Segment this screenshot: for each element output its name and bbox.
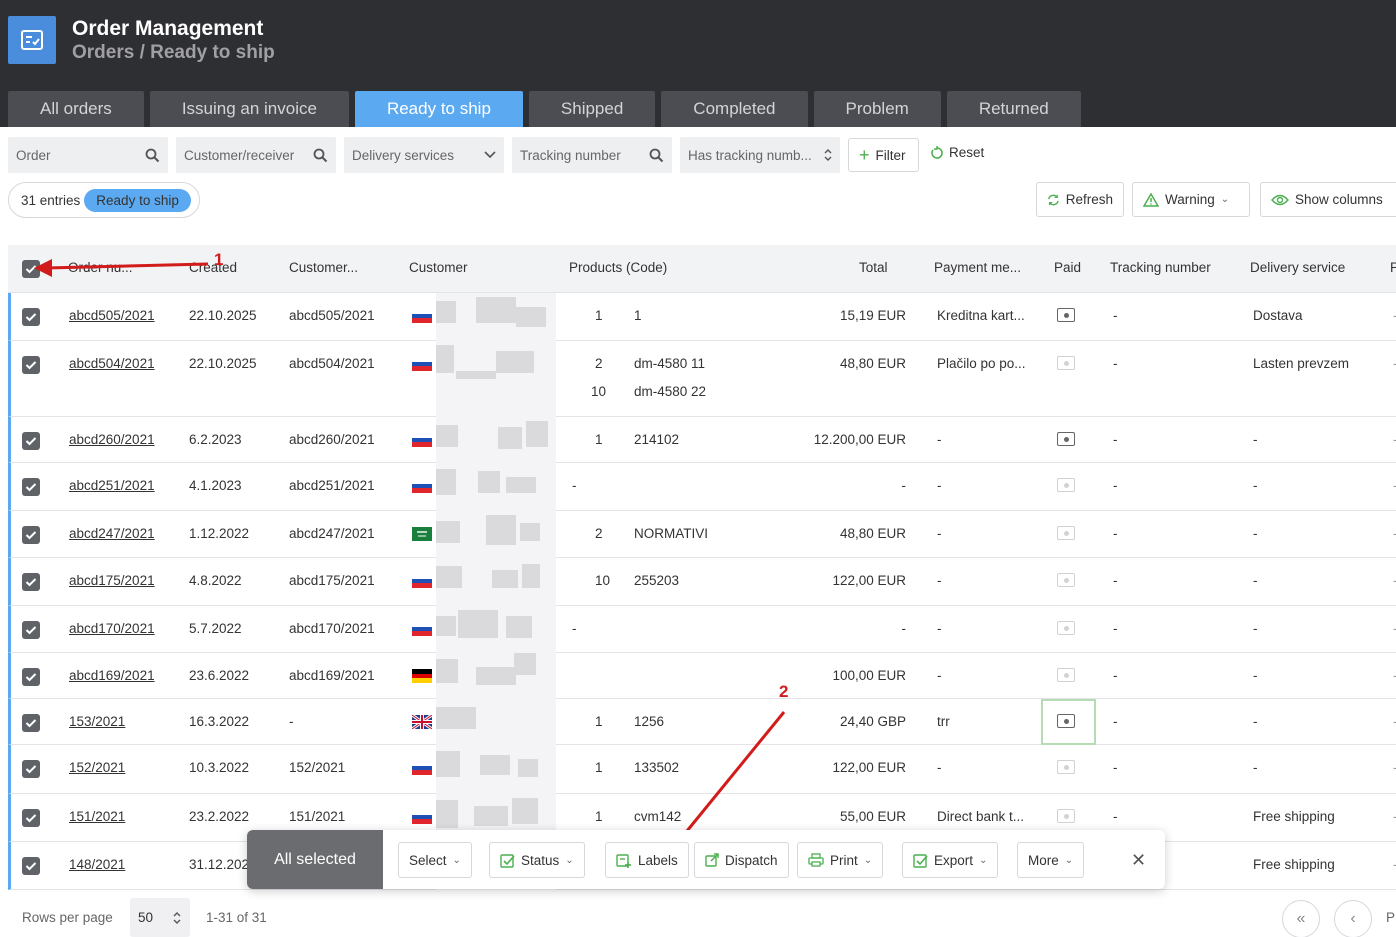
all-selected-label: All selected: [247, 830, 383, 889]
first-page-button[interactable]: «: [1282, 900, 1320, 937]
rows-per-page-label: Rows per page: [22, 910, 113, 925]
chevron-down-icon: ⌄: [863, 854, 873, 866]
more-menu-label: More: [1028, 852, 1059, 868]
pagination-cutoff: P: [1386, 910, 1396, 925]
dispatch-button[interactable]: Dispatch: [694, 842, 789, 878]
export-menu-label: Export: [934, 852, 974, 868]
chevron-down-icon: ⌄: [565, 854, 574, 866]
status-menu-label: Status: [521, 852, 560, 868]
print-menu-button[interactable]: Print ⌄: [797, 842, 884, 878]
label-add-icon: [616, 853, 631, 868]
annotation-marker-2: 2: [779, 682, 789, 701]
export-menu-button[interactable]: Export ⌄: [902, 842, 999, 878]
check-square-icon: [500, 853, 515, 868]
rows-per-page-value: 50: [138, 910, 154, 925]
export-icon: [913, 853, 928, 868]
printer-icon: [808, 853, 824, 867]
annotation-marker-1: 1: [214, 250, 224, 269]
annotation-arrows: [34, 259, 786, 852]
close-icon[interactable]: ✕: [1131, 850, 1146, 871]
print-menu-label: Print: [830, 852, 858, 868]
pagination-range: 1-31 of 31: [206, 910, 267, 925]
labels-button-label: Labels: [638, 852, 678, 868]
sort-arrows-icon: [173, 911, 181, 924]
rows-per-page-select[interactable]: 50: [130, 898, 190, 937]
select-menu-label: Select: [409, 852, 447, 868]
labels-button[interactable]: Labels: [605, 842, 689, 878]
previous-page-button[interactable]: ‹: [1334, 900, 1372, 937]
more-menu-button[interactable]: More ⌄: [1017, 842, 1085, 878]
dispatch-button-label: Dispatch: [725, 852, 778, 868]
bulk-action-bar: All selected Select ⌄ Status ⌄ Labels Di…: [247, 830, 1165, 889]
chevron-down-icon: ⌄: [452, 854, 461, 866]
select-menu-button[interactable]: Select ⌄: [398, 842, 472, 878]
chevron-down-icon: ⌄: [979, 854, 988, 866]
chevron-down-icon: ⌄: [1064, 854, 1074, 866]
status-menu-button[interactable]: Status ⌄: [489, 842, 585, 878]
external-link-icon: [705, 853, 719, 867]
